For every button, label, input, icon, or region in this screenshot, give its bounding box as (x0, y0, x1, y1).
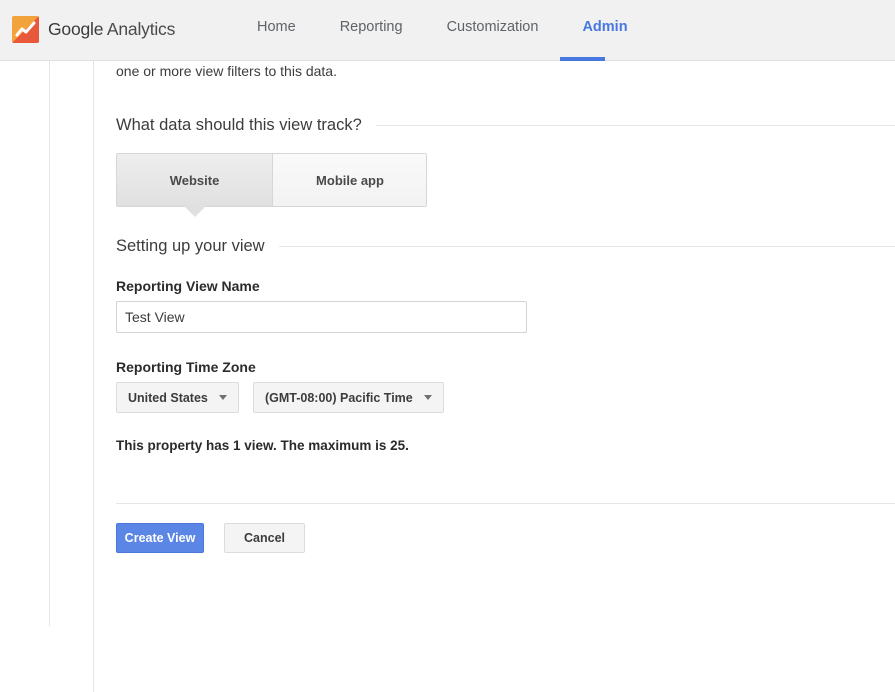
view-name-label: Reporting View Name (116, 278, 260, 294)
brand-name-google: Google (48, 18, 104, 39)
time-zone-country-dropdown[interactable]: United States (116, 382, 239, 413)
selected-option-caret-icon (184, 206, 206, 217)
time-zone-label: Reporting Time Zone (116, 359, 256, 375)
view-type-toggle: Website Mobile app (116, 153, 427, 217)
brand-name: Google Analytics (48, 19, 175, 40)
app-header: Google Analytics Home Reporting Customiz… (0, 0, 895, 61)
nav-item-admin[interactable]: Admin (582, 19, 627, 37)
brand-logo-link[interactable]: Google Analytics (12, 15, 175, 43)
nav-item-customization[interactable]: Customization (447, 19, 539, 37)
create-view-button[interactable]: Create View (116, 523, 204, 553)
track-section-heading-rule (375, 125, 895, 126)
cancel-button[interactable]: Cancel (224, 523, 305, 553)
view-name-input[interactable] (116, 301, 527, 333)
time-zone-country-value: United States (128, 390, 208, 405)
setup-section-heading-rule (278, 246, 895, 247)
actions-divider (116, 503, 895, 504)
intro-text: one or more view filters to this data. (116, 63, 337, 79)
nav-item-reporting[interactable]: Reporting (340, 19, 403, 37)
analytics-chart-icon (12, 15, 39, 43)
track-section-heading-label: What data should this view track? (116, 116, 362, 134)
setup-section-heading: Setting up your view (116, 237, 895, 256)
view-quota-note: This property has 1 view. The maximum is… (116, 438, 409, 453)
time-zone-offset-dropdown[interactable]: (GMT-08:00) Pacific Time (253, 382, 444, 413)
chevron-down-icon (423, 395, 432, 400)
view-type-website-option[interactable]: Website (117, 154, 273, 206)
view-type-mobile-app-option[interactable]: Mobile app (273, 154, 426, 206)
view-settings-panel: one or more view filters to this data. W… (94, 61, 895, 692)
track-section-heading: What data should this view track? (116, 116, 895, 135)
brand-name-analytics: Analytics (103, 18, 176, 39)
intro-text-clipped-upper (116, 47, 120, 63)
setup-section-heading-label: Setting up your view (116, 237, 265, 255)
account-column-divider (49, 61, 50, 626)
time-zone-offset-value: (GMT-08:00) Pacific Time (265, 390, 413, 405)
nav-item-home[interactable]: Home (257, 19, 296, 37)
chevron-down-icon (218, 395, 227, 400)
main-navigation: Home Reporting Customization Admin (257, 19, 628, 61)
